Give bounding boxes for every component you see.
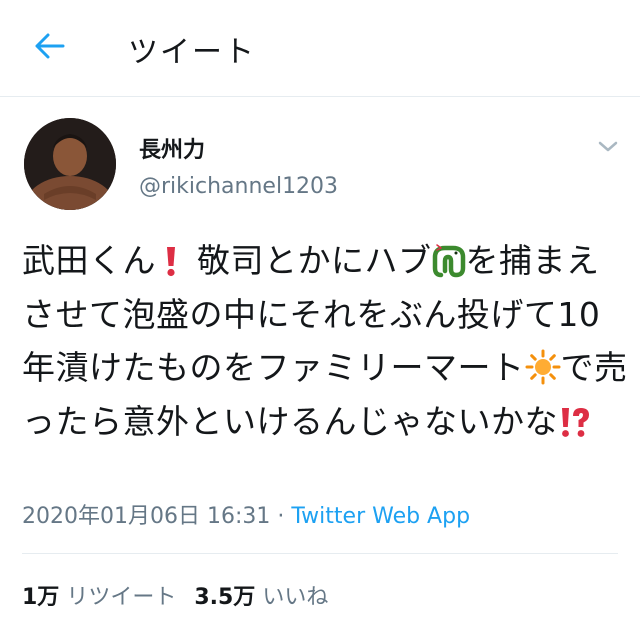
source-link[interactable]: Twitter Web App: [291, 504, 470, 529]
sun-icon: [525, 349, 560, 385]
retweets-stat[interactable]: 1万 リツイート: [22, 585, 176, 610]
retweets-label: リツイート: [66, 585, 177, 610]
likes-stat[interactable]: 3.5万 いいね: [194, 585, 328, 610]
tweet-text-segment: 敬司とかにハブ: [197, 241, 432, 280]
exclamation-question-icon: [562, 407, 589, 437]
likes-count: 3.5万: [194, 585, 256, 610]
header-bar: ツイート: [0, 0, 640, 97]
tweet-body: 武田くん 敬司とかにハブ を捕まえさせて泡盛の中にそれをぶん投げて10年漬けたもの…: [22, 234, 628, 448]
timestamp: 2020年01月06日 16:31: [22, 504, 271, 529]
meta-separator: ·: [277, 504, 285, 529]
snake-icon: [432, 244, 465, 278]
author-display-name[interactable]: 長州力: [139, 132, 205, 164]
tweet-text-segment: 武田くん: [22, 241, 156, 280]
back-button[interactable]: [30, 26, 70, 66]
arrow-left-icon: [35, 33, 65, 59]
avatar[interactable]: [24, 118, 116, 210]
exclamation-icon: [167, 247, 175, 277]
retweets-count: 1万: [22, 585, 60, 610]
author-handle[interactable]: @rikichannel1203: [139, 174, 338, 199]
chevron-down-icon[interactable]: [594, 134, 622, 158]
tweet-meta: 2020年01月06日 16:31 · Twitter Web App: [22, 498, 470, 530]
page-title: ツイート: [128, 35, 256, 70]
likes-label: いいね: [262, 585, 329, 610]
divider: [22, 553, 618, 554]
tweet-stats: 1万 リツイート 3.5万 いいね: [22, 579, 346, 611]
